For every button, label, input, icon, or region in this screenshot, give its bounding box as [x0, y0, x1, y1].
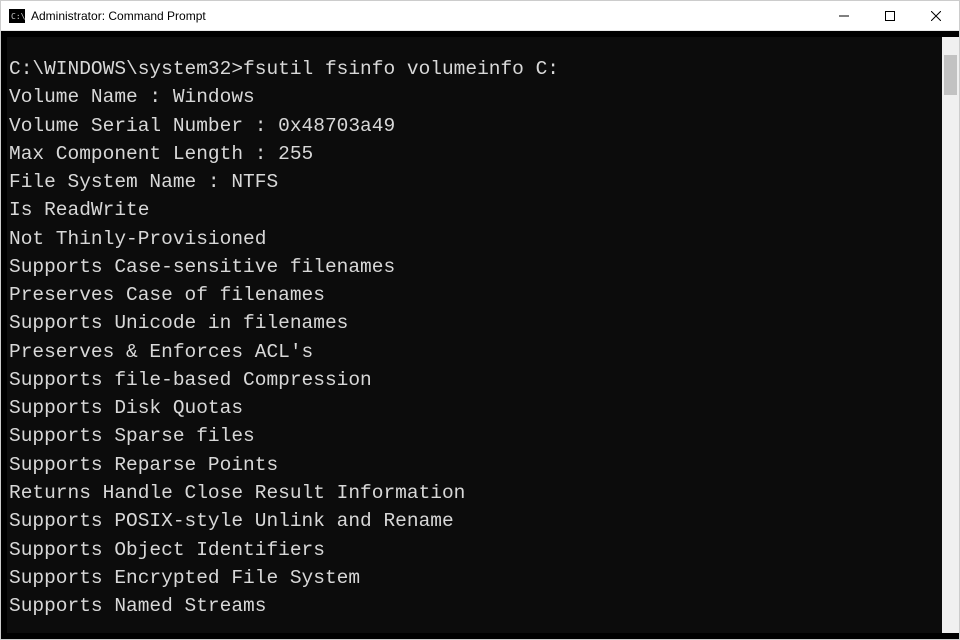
window-controls [821, 1, 959, 30]
close-button[interactable] [913, 1, 959, 30]
scrollbar-thumb[interactable] [944, 55, 957, 95]
terminal-output[interactable]: C:\WINDOWS\system32>fsutil fsinfo volume… [7, 37, 942, 633]
minimize-button[interactable] [821, 1, 867, 30]
vertical-scrollbar[interactable] [942, 37, 959, 633]
titlebar[interactable]: C:\ Administrator: Command Prompt [1, 1, 959, 31]
window-title: Administrator: Command Prompt [31, 9, 821, 23]
svg-text:C:\: C:\ [11, 12, 25, 21]
cmd-icon: C:\ [9, 9, 25, 23]
command-prompt-window: C:\ Administrator: Command Prompt C:\WIN… [0, 0, 960, 640]
terminal-area: C:\WINDOWS\system32>fsutil fsinfo volume… [1, 31, 959, 639]
maximize-button[interactable] [867, 1, 913, 30]
